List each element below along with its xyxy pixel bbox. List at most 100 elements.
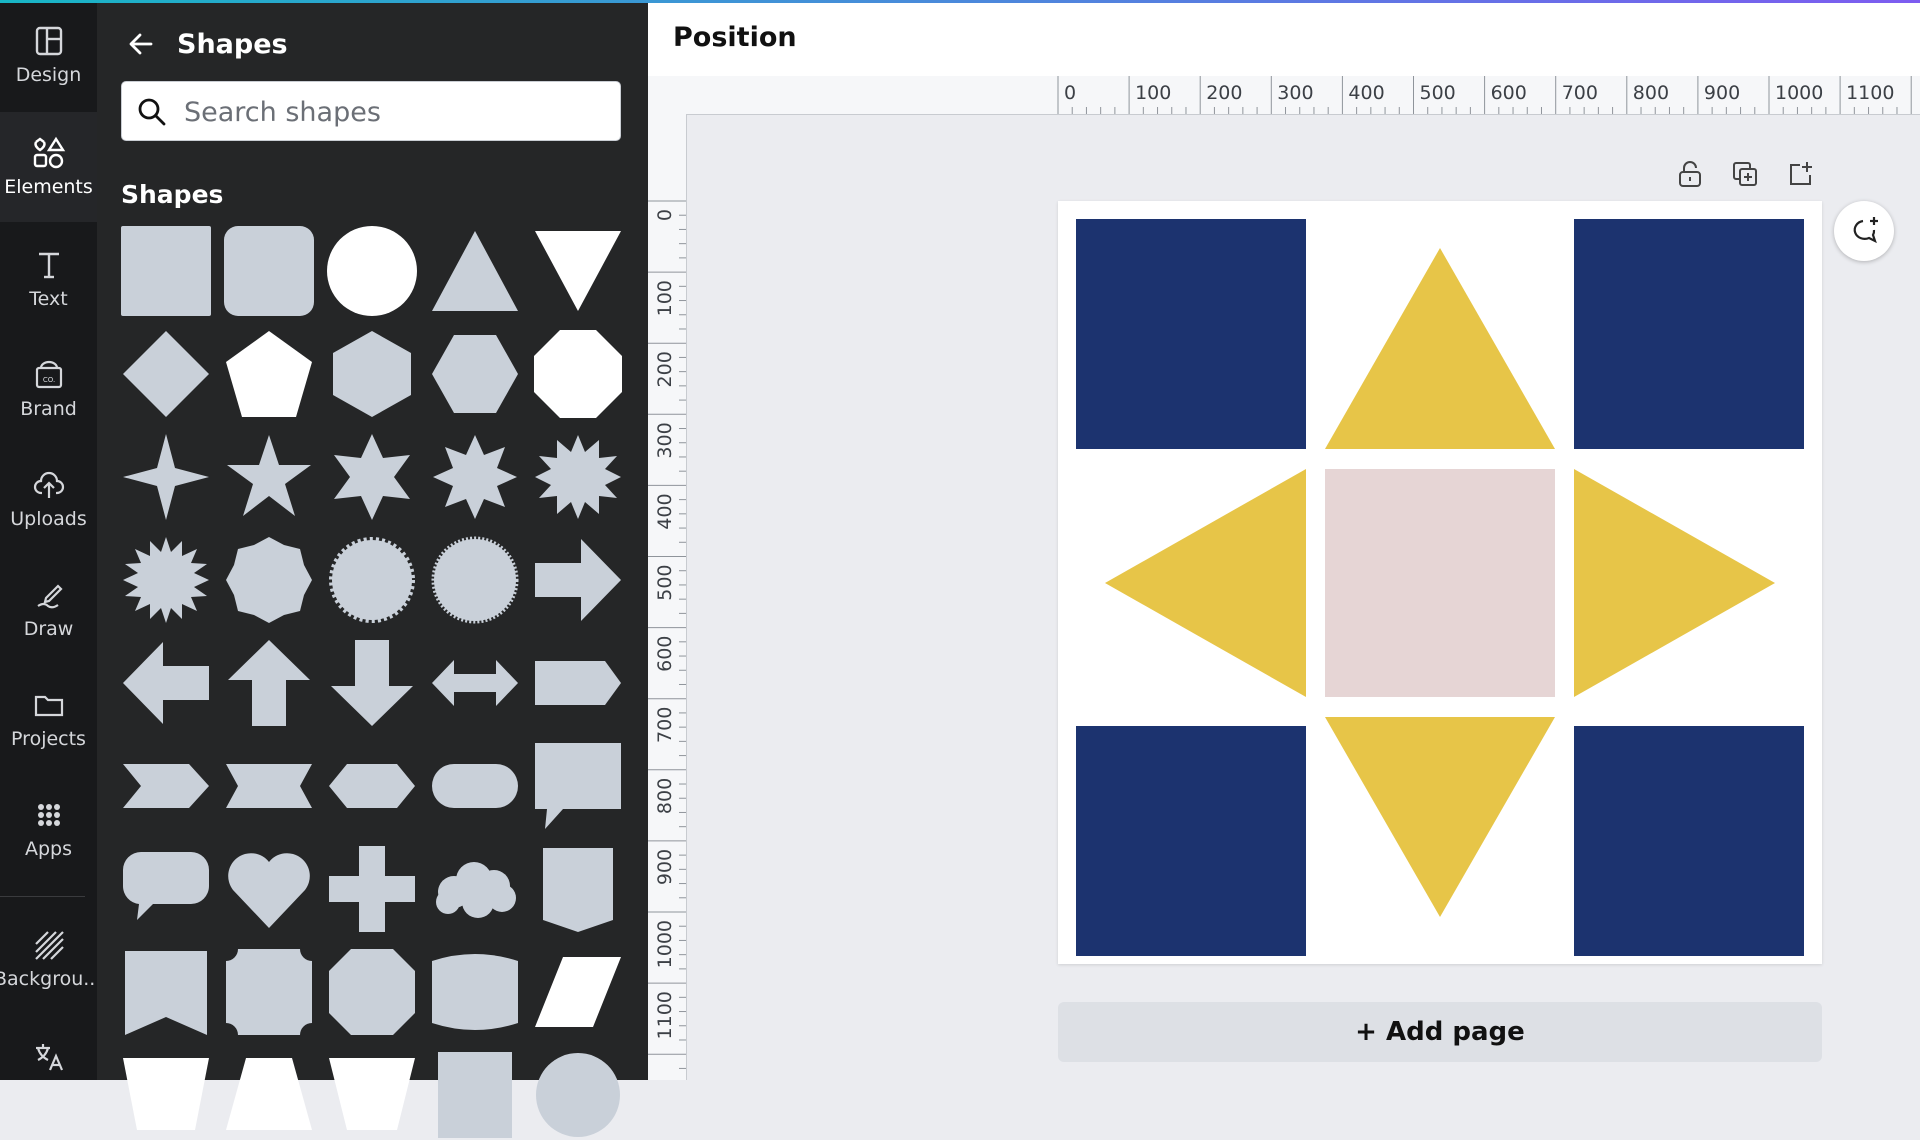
- shape-trapezoid-white[interactable]: [121, 1050, 211, 1140]
- shape-arrow-up[interactable]: [224, 638, 314, 728]
- shape-chevron[interactable]: [121, 741, 211, 831]
- shape-rounded-square[interactable]: [224, 226, 314, 316]
- shape-diamond[interactable]: [121, 329, 211, 419]
- shape-seal[interactable]: [327, 535, 417, 625]
- ruler-label: 900: [654, 849, 676, 885]
- horizontal-ruler[interactable]: 0 100 200 300 400 500 600 700 800 900 1000 1100: [686, 76, 1920, 115]
- rail-item-translate[interactable]: [0, 1034, 97, 1080]
- page-title: Position: [673, 22, 797, 53]
- duplicate-page-button[interactable]: [1725, 154, 1765, 194]
- arrow-left-icon: [129, 33, 153, 55]
- shape-trapezoid-up[interactable]: [224, 1050, 314, 1140]
- shape-star-6[interactable]: [327, 432, 417, 522]
- shape-heart[interactable]: [224, 844, 314, 934]
- shape-hexagon-horizontal[interactable]: [430, 329, 520, 419]
- page-toolbar: [1670, 154, 1820, 194]
- blush-square-center[interactable]: [1325, 469, 1555, 697]
- shape-seal-round[interactable]: [430, 535, 520, 625]
- shape-triangle[interactable]: [430, 226, 520, 316]
- add-comment-button[interactable]: [1834, 201, 1894, 261]
- rail-item-uploads[interactable]: Uploads: [0, 444, 97, 554]
- panel-header: Shapes: [123, 24, 288, 64]
- duplicate-icon: [1733, 162, 1757, 186]
- rail-item-projects[interactable]: Projects: [0, 664, 97, 774]
- shape-cloud[interactable]: [430, 844, 520, 934]
- shape-star-4[interactable]: [121, 432, 211, 522]
- shape-arrow-right[interactable]: [533, 535, 623, 625]
- navy-square-bottom-right[interactable]: [1574, 726, 1804, 956]
- shape-hexagon-wide[interactable]: [327, 741, 417, 831]
- vertical-ruler[interactable]: 0 100 200 300 400 500 600 700 800 900 1000 1100: [648, 114, 687, 1080]
- shape-ribbon[interactable]: [224, 741, 314, 831]
- shape-octagon-rounded[interactable]: [327, 947, 417, 1037]
- shape-star-12[interactable]: [533, 432, 623, 522]
- rail-item-brand[interactable]: CO. Brand: [0, 334, 97, 444]
- draw-icon: [0, 578, 97, 614]
- shape-inverted-triangle[interactable]: [533, 226, 623, 316]
- layout-icon: [0, 24, 97, 60]
- shape-burst-16[interactable]: [121, 535, 211, 625]
- navy-square-top-left[interactable]: [1076, 219, 1306, 449]
- add-page-top-button[interactable]: [1780, 154, 1820, 194]
- back-button[interactable]: [123, 26, 159, 62]
- shape-speech-round[interactable]: [121, 844, 211, 934]
- rail-item-elements[interactable]: Elements: [0, 112, 97, 222]
- ruler-label: 700: [1562, 82, 1598, 104]
- yellow-triangle-left[interactable]: [1105, 469, 1306, 697]
- rail-item-design[interactable]: Design: [0, 0, 97, 110]
- svg-text:CO.: CO.: [42, 376, 54, 384]
- shape-rectangle[interactable]: [430, 1050, 520, 1140]
- ruler-label: 600: [1491, 82, 1527, 104]
- brand-icon: CO.: [0, 358, 97, 394]
- shape-arrow-down[interactable]: [327, 638, 417, 728]
- rail-item-label: Apps: [24, 838, 73, 860]
- search-box[interactable]: [121, 81, 621, 141]
- add-page-button[interactable]: + Add page: [1058, 1002, 1822, 1062]
- rail-item-background[interactable]: Backgrou...: [0, 904, 97, 1014]
- yellow-triangle-bottom[interactable]: [1325, 717, 1555, 917]
- lock-button[interactable]: [1670, 154, 1710, 194]
- shape-trapezoid-down[interactable]: [327, 1050, 417, 1140]
- comment-add-icon: [1853, 217, 1878, 244]
- lock-icon: [1679, 161, 1701, 187]
- shapes-icon: [0, 136, 97, 172]
- shape-circle-gray[interactable]: [533, 1050, 623, 1140]
- navy-square-top-right[interactable]: [1574, 219, 1804, 449]
- shape-circle[interactable]: [327, 226, 417, 316]
- rail-item-label: Uploads: [10, 508, 87, 530]
- shape-arrow-double[interactable]: [430, 638, 520, 728]
- shape-star-8[interactable]: [430, 432, 520, 522]
- shape-badge-octagon[interactable]: [224, 535, 314, 625]
- shape-speech-rect[interactable]: [533, 741, 623, 831]
- shape-bookmark[interactable]: [121, 947, 211, 1037]
- shape-square[interactable]: [121, 226, 211, 316]
- shape-pill[interactable]: [430, 741, 520, 831]
- shape-octagon[interactable]: [533, 329, 623, 419]
- rail-item-label: Design: [15, 64, 82, 86]
- shape-banner-shield[interactable]: [533, 844, 623, 934]
- navy-square-bottom-left[interactable]: [1076, 726, 1306, 956]
- shape-star-5[interactable]: [224, 432, 314, 522]
- left-rail: Design Elements Text CO. Brand Uploads D…: [0, 0, 97, 1080]
- shape-banner-wave[interactable]: [430, 947, 520, 1037]
- ruler-label: 200: [1206, 82, 1242, 104]
- rail-item-label: Backgrou...: [0, 968, 97, 990]
- translate-icon: [0, 1040, 97, 1076]
- shape-frame-scalloped[interactable]: [224, 947, 314, 1037]
- upload-cloud-icon: [0, 468, 97, 504]
- shape-arrow-left[interactable]: [121, 638, 211, 728]
- ruler-label: 100: [1135, 82, 1171, 104]
- shape-parallelogram[interactable]: [533, 947, 623, 1037]
- shape-hexagon-vertical[interactable]: [327, 329, 417, 419]
- rail-item-apps[interactable]: Apps: [0, 774, 97, 884]
- shape-pentagon[interactable]: [224, 329, 314, 419]
- shape-pentagon-arrow[interactable]: [533, 638, 623, 728]
- search-input[interactable]: [182, 90, 606, 134]
- shape-cross[interactable]: [327, 844, 417, 934]
- rail-item-label: Elements: [4, 176, 93, 198]
- rail-item-draw[interactable]: Draw: [0, 554, 97, 664]
- yellow-triangle-right[interactable]: [1574, 469, 1775, 697]
- yellow-triangle-top[interactable]: [1325, 248, 1555, 449]
- design-page[interactable]: [1058, 201, 1822, 964]
- rail-item-text[interactable]: Text: [0, 224, 97, 334]
